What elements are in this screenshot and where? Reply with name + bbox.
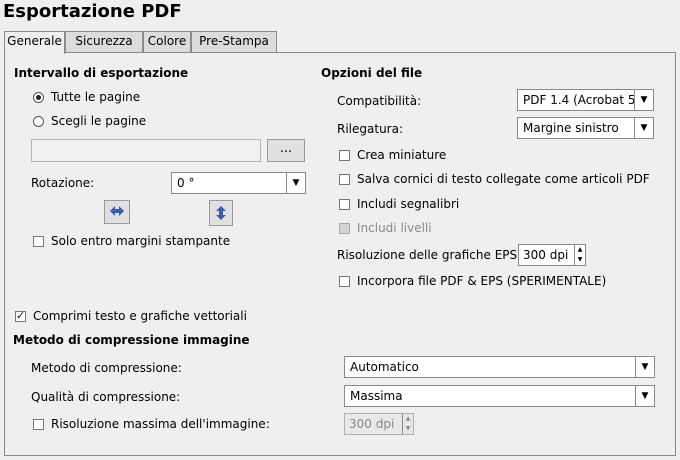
embed-pdf-eps-checkbox[interactable] xyxy=(339,276,350,287)
compress-vectors-label[interactable]: Comprimi testo e grafiche vettoriali xyxy=(33,309,247,323)
embed-pdf-eps-label[interactable]: Incorpora file PDF & EPS (SPERIMENTALE) xyxy=(357,274,606,288)
rotation-label: Rotazione: xyxy=(31,176,95,190)
layers-label: Includi livelli xyxy=(357,221,432,235)
compression-method-value: Automatico xyxy=(350,360,419,374)
max-resolution-value: 300 dpi xyxy=(349,417,395,431)
tab-generale[interactable]: Generale xyxy=(4,31,65,54)
eps-resolution-spinbox[interactable]: 300 dpi ▲ ▼ xyxy=(518,244,586,266)
dialog-title: Esportazione PDF xyxy=(3,1,182,22)
save-frames-checkbox[interactable] xyxy=(339,174,350,185)
compatibility-select[interactable]: PDF 1.4 (Acrobat 5) ▼ xyxy=(517,89,654,111)
flip-horizontal-icon xyxy=(110,206,124,216)
compression-quality-select[interactable]: Massima ▼ xyxy=(344,385,655,407)
choose-pages-radio[interactable] xyxy=(33,116,44,127)
browse-pages-button[interactable]: ... xyxy=(267,139,305,162)
eps-resolution-label: Risoluzione delle grafiche EPS: xyxy=(337,248,522,262)
spin-arrows-icon[interactable]: ▲ ▼ xyxy=(574,245,585,265)
tab-colore[interactable]: Colore xyxy=(143,31,191,52)
tab-sicurezza[interactable]: Sicurezza xyxy=(65,31,143,52)
flip-vertical-button[interactable] xyxy=(209,200,233,226)
margins-only-label[interactable]: Solo entro margini stampante xyxy=(51,234,230,248)
all-pages-label[interactable]: Tutte le pagine xyxy=(51,90,140,104)
chevron-down-icon: ▼ xyxy=(634,90,653,110)
compress-vectors-checkbox[interactable] xyxy=(15,309,26,322)
tab-pre-stampa[interactable]: Pre-Stampa xyxy=(191,31,277,52)
save-frames-label[interactable]: Salva cornici di testo collegate come ar… xyxy=(357,172,650,186)
rotation-value: 0 ° xyxy=(177,176,195,190)
compatibility-label: Compatibilità: xyxy=(337,94,422,108)
all-pages-radio[interactable] xyxy=(33,92,44,103)
binding-value: Margine sinistro xyxy=(523,121,619,135)
flip-horizontal-button[interactable] xyxy=(104,200,130,224)
chevron-down-icon: ▼ xyxy=(635,386,654,406)
bookmarks-label[interactable]: Includi segnalibri xyxy=(357,197,459,211)
compatibility-value: PDF 1.4 (Acrobat 5) xyxy=(523,93,641,107)
max-resolution-checkbox[interactable] xyxy=(33,419,44,430)
eps-resolution-value: 300 dpi xyxy=(523,248,569,262)
binding-label: Rilegatura: xyxy=(337,122,403,136)
export-range-heading: Intervallo di esportazione xyxy=(14,66,189,80)
thumbnails-label[interactable]: Crea miniature xyxy=(357,148,446,162)
bookmarks-checkbox[interactable] xyxy=(339,199,350,210)
compression-method-label: Metodo di compressione: xyxy=(31,361,182,375)
file-options-heading: Opzioni del file xyxy=(321,66,423,80)
pages-input[interactable] xyxy=(31,139,261,162)
max-resolution-label[interactable]: Risoluzione massima dell'immagine: xyxy=(51,417,270,431)
layers-checkbox xyxy=(339,223,350,234)
spin-arrows-icon: ▲ ▼ xyxy=(402,414,413,434)
flip-vertical-icon xyxy=(216,206,226,220)
max-resolution-spinbox: 300 dpi ▲ ▼ xyxy=(344,413,414,435)
compression-quality-label: Qualità di compressione: xyxy=(31,390,181,404)
compression-method-select[interactable]: Automatico ▼ xyxy=(344,356,655,378)
choose-pages-label[interactable]: Scegli le pagine xyxy=(51,114,146,128)
chevron-down-icon: ▼ xyxy=(286,173,305,193)
chevron-down-icon: ▼ xyxy=(634,118,653,138)
thumbnails-checkbox[interactable] xyxy=(339,150,350,161)
rotation-select[interactable]: 0 ° ▼ xyxy=(171,172,306,194)
chevron-down-icon: ▼ xyxy=(635,357,654,377)
margins-only-checkbox[interactable] xyxy=(33,236,44,247)
binding-select[interactable]: Margine sinistro ▼ xyxy=(517,117,654,139)
compression-quality-value: Massima xyxy=(350,389,403,403)
image-compression-heading: Metodo di compressione immagine xyxy=(13,333,250,347)
